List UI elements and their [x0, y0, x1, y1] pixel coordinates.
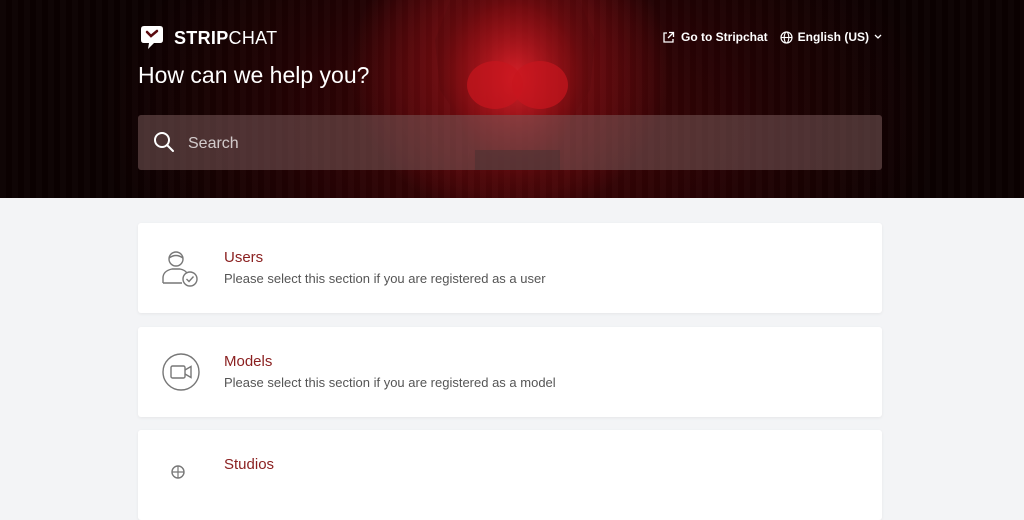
chevron-down-icon	[874, 34, 882, 39]
section-title: Models	[224, 353, 273, 370]
user-check-icon	[162, 251, 198, 287]
search-icon	[154, 132, 174, 152]
section-description: Please select this section if you are re…	[224, 375, 556, 390]
go-to-stripchat-link[interactable]: Go to Stripchat	[662, 30, 768, 44]
section-card-users[interactable]: Users Please select this section if you …	[138, 223, 882, 313]
search-bar	[138, 115, 882, 172]
globe-icon	[780, 30, 793, 44]
top-navigation: Go to Stripchat English (US)	[662, 30, 882, 44]
brand-name-light: CHAT	[228, 27, 278, 48]
language-label: English (US)	[797, 30, 869, 44]
external-link-icon	[663, 31, 675, 43]
video-camera-icon	[162, 353, 200, 391]
language-selector[interactable]: English (US)	[780, 30, 882, 44]
chat-bubble-logo-icon	[141, 26, 163, 49]
hero-banner: STRIPCHAT Go to Stripchat English (US) H…	[0, 0, 1024, 198]
brand-name-bold: STRIP	[174, 27, 229, 48]
go-to-stripchat-label: Go to Stripchat	[680, 30, 768, 44]
stripchat-logo[interactable]: STRIPCHAT	[138, 25, 277, 51]
section-title: Users	[224, 249, 264, 266]
section-card-studios[interactable]: Studios	[138, 430, 882, 520]
page-title: How can we help you?	[138, 62, 370, 88]
studio-icon	[171, 465, 185, 479]
section-card-models[interactable]: Models Please select this section if you…	[138, 327, 882, 417]
section-description: Please select this section if you are re…	[224, 271, 546, 286]
search-input[interactable]	[186, 115, 870, 172]
